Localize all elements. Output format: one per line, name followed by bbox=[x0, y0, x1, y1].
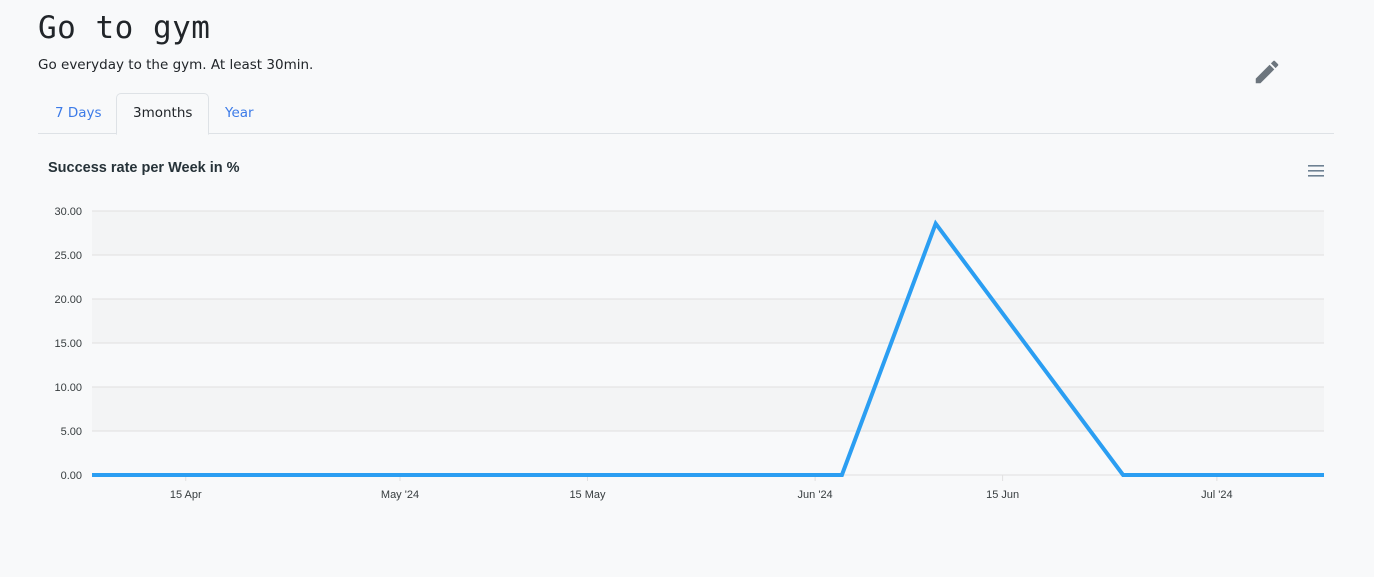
plot-band bbox=[92, 343, 1324, 387]
plot-band bbox=[92, 387, 1324, 431]
y-tick-label: 15.00 bbox=[54, 338, 82, 350]
chart-title: Success rate per Week in % bbox=[48, 160, 240, 176]
x-tick-label: Jul '24 bbox=[1201, 489, 1232, 501]
y-tick-label: 0.00 bbox=[61, 470, 82, 482]
x-tick-label: 15 Jun bbox=[986, 489, 1019, 501]
x-tick-label: May '24 bbox=[381, 489, 419, 501]
plot-band bbox=[92, 255, 1324, 299]
x-tick-label: Jun '24 bbox=[798, 489, 833, 501]
x-tick-label: 15 Apr bbox=[170, 489, 202, 501]
y-tick-label: 10.00 bbox=[54, 382, 82, 394]
y-tick-label: 30.00 bbox=[54, 206, 82, 218]
hamburger-menu-icon[interactable] bbox=[1306, 162, 1326, 180]
y-tick-label: 25.00 bbox=[54, 250, 82, 262]
plot-band bbox=[92, 211, 1324, 255]
y-tick-label: 20.00 bbox=[54, 294, 82, 306]
menu-icon bbox=[1308, 165, 1324, 177]
y-tick-label: 5.00 bbox=[61, 426, 82, 438]
success-rate-chart: 0.00 5.00 10.00 15.00 20.00 25.00 30.00 15 Apr… bbox=[54, 206, 1324, 501]
x-tick-label: 15 May bbox=[569, 489, 606, 501]
plot-band bbox=[92, 431, 1324, 475]
plot-band bbox=[92, 299, 1324, 343]
